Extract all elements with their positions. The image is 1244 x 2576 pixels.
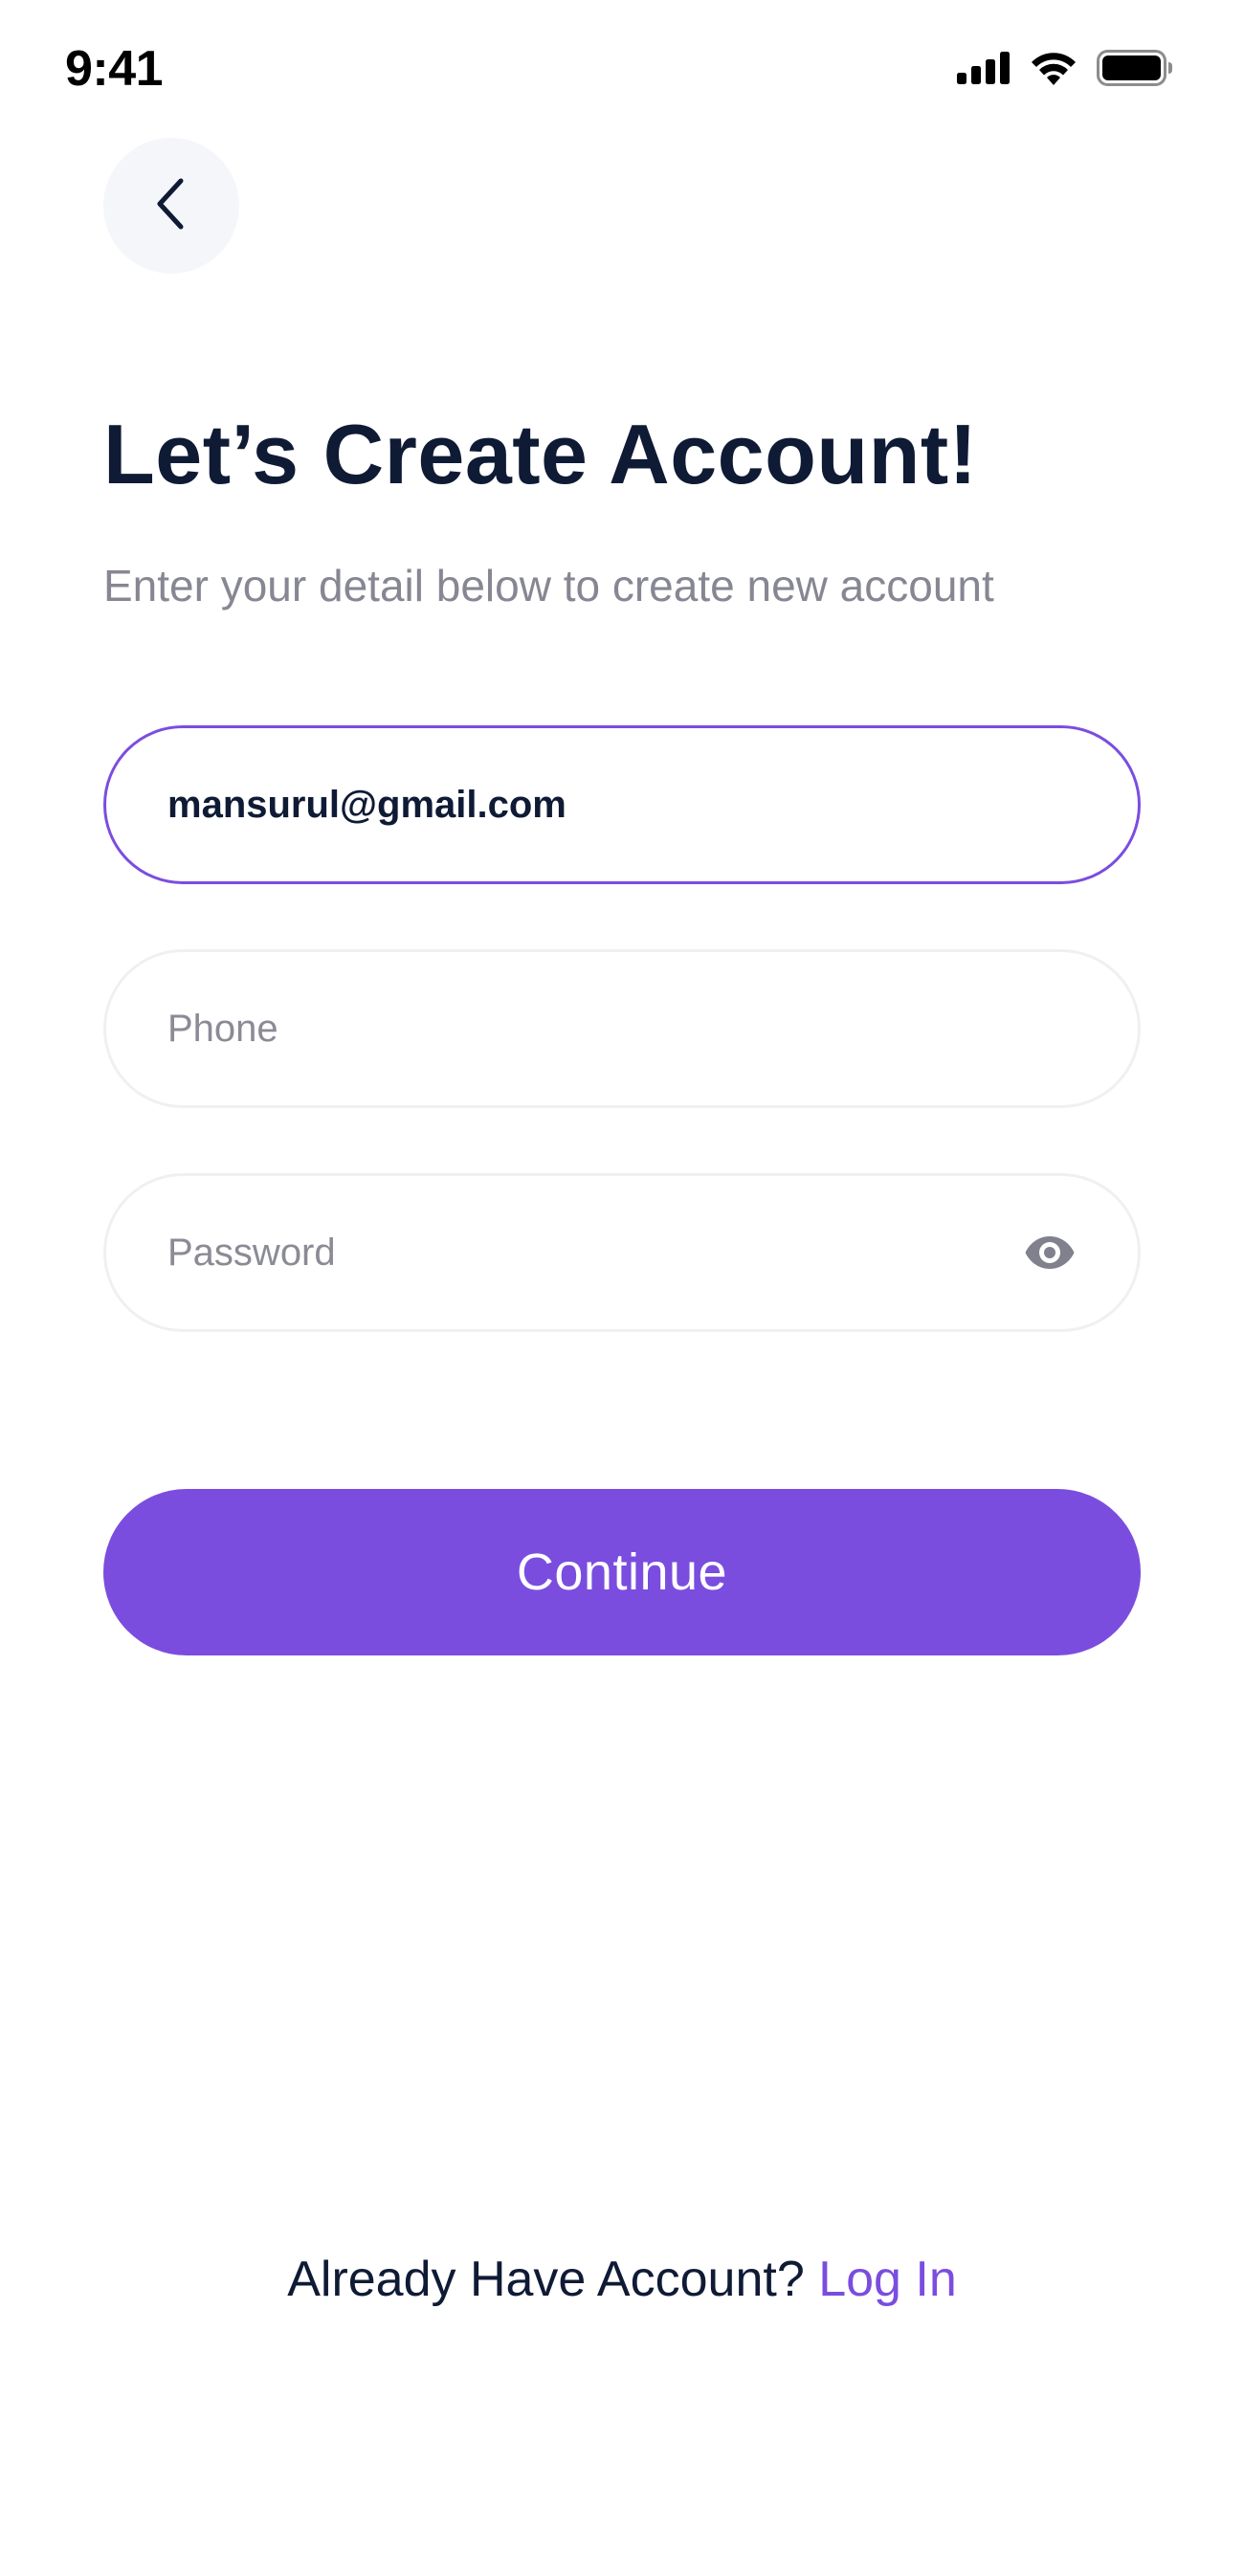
cellular-signal-icon xyxy=(957,52,1011,84)
login-prompt: Already Have Account? Log In xyxy=(0,2251,1244,2308)
login-prompt-text: Already Have Account? xyxy=(287,2252,805,2307)
password-input[interactable] xyxy=(167,1231,1019,1275)
eye-icon[interactable] xyxy=(1019,1222,1080,1283)
phone-input[interactable] xyxy=(167,1007,1077,1051)
wifi-icon xyxy=(1030,51,1077,85)
chevron-left-icon xyxy=(152,175,190,237)
phone-field[interactable] xyxy=(103,949,1141,1108)
login-link[interactable]: Log In xyxy=(818,2252,957,2307)
back-button[interactable] xyxy=(103,138,239,274)
password-field[interactable] xyxy=(103,1173,1141,1332)
email-input[interactable] xyxy=(167,783,1077,827)
status-icons xyxy=(957,50,1173,86)
battery-icon xyxy=(1097,50,1173,86)
continue-button[interactable]: Continue xyxy=(103,1489,1141,1655)
status-time: 9:41 xyxy=(65,41,164,97)
email-field[interactable] xyxy=(103,725,1141,884)
page-title: Let’s Create Account! xyxy=(103,407,978,501)
page-subtitle: Enter your detail below to create new ac… xyxy=(103,561,994,611)
